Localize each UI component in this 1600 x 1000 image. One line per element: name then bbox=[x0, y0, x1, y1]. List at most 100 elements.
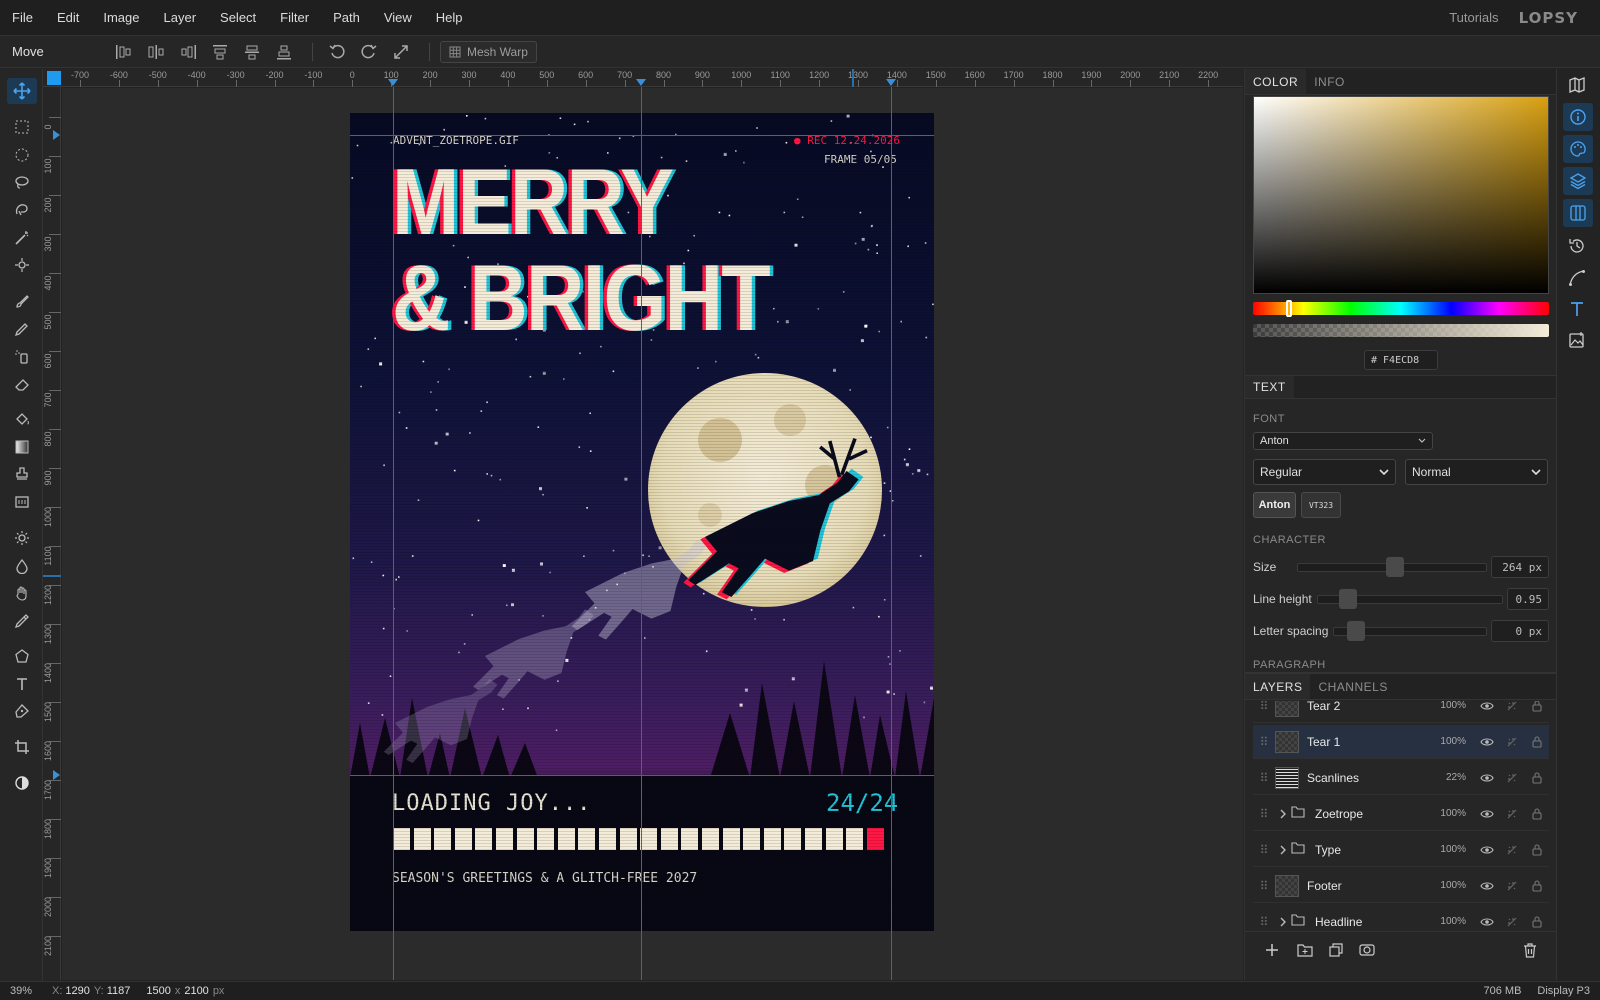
effects-icon[interactable] bbox=[1499, 808, 1524, 820]
layer-row[interactable]: ⠿ Type 100% bbox=[1253, 833, 1549, 867]
polygon-icon[interactable] bbox=[7, 643, 37, 669]
history-icon[interactable] bbox=[1568, 237, 1586, 258]
font-chip-anton[interactable]: Anton bbox=[1253, 492, 1296, 518]
color-profile[interactable]: Display P3 bbox=[1537, 985, 1590, 997]
lock-icon[interactable] bbox=[1524, 701, 1549, 712]
gradient-icon[interactable] bbox=[7, 434, 37, 460]
alpha-slider[interactable] bbox=[1253, 324, 1549, 337]
expand-chevron-icon[interactable] bbox=[1275, 917, 1291, 927]
color-picker-field[interactable] bbox=[1253, 96, 1549, 294]
menu-select[interactable]: Select bbox=[208, 10, 268, 25]
effects-icon[interactable] bbox=[1499, 736, 1524, 748]
expand-icon[interactable] bbox=[387, 40, 415, 64]
line-height-input[interactable]: 0.95 bbox=[1507, 588, 1549, 610]
align-left-icon[interactable] bbox=[110, 40, 138, 64]
eye-icon[interactable] bbox=[1474, 809, 1499, 819]
hex-input[interactable]: # F4ECD8 bbox=[1364, 350, 1438, 370]
smudge-hand-icon[interactable] bbox=[7, 580, 37, 606]
effects-icon[interactable] bbox=[1499, 701, 1524, 712]
brush-icon[interactable] bbox=[7, 288, 37, 314]
drag-handle-icon[interactable]: ⠿ bbox=[1253, 807, 1275, 821]
layer-mask-icon[interactable] bbox=[1359, 943, 1375, 960]
text-panel-icon[interactable] bbox=[1568, 300, 1586, 321]
magnetic-lasso-icon[interactable] bbox=[7, 197, 37, 223]
blur-drop-icon[interactable] bbox=[7, 553, 37, 579]
layer-row[interactable]: ⠿ Scanlines 22% bbox=[1253, 761, 1549, 795]
quick-select-icon[interactable] bbox=[7, 252, 37, 278]
font-select[interactable]: Anton bbox=[1253, 432, 1433, 450]
expand-chevron-icon[interactable] bbox=[1275, 845, 1291, 855]
menu-filter[interactable]: Filter bbox=[268, 10, 321, 25]
guide-marker-icon[interactable] bbox=[53, 770, 60, 780]
stamp-icon[interactable] bbox=[7, 461, 37, 487]
align-top-icon[interactable] bbox=[206, 40, 234, 64]
lock-icon[interactable] bbox=[1524, 915, 1549, 928]
eye-icon[interactable] bbox=[1474, 881, 1499, 891]
guide-marker-icon[interactable] bbox=[388, 79, 398, 86]
map-icon[interactable] bbox=[1567, 75, 1587, 98]
tab-color[interactable]: COLOR bbox=[1245, 69, 1307, 94]
eye-icon[interactable] bbox=[1474, 701, 1499, 711]
size-slider-knob[interactable] bbox=[1386, 557, 1404, 577]
marquee-rect-icon[interactable] bbox=[7, 114, 37, 140]
tab-layers[interactable]: LAYERS bbox=[1245, 674, 1311, 699]
drag-handle-icon[interactable]: ⠿ bbox=[1253, 771, 1275, 785]
layer-row[interactable]: ⠿ Headline 100% bbox=[1253, 905, 1549, 931]
pattern-icon[interactable] bbox=[7, 489, 37, 515]
channels-icon[interactable] bbox=[1563, 199, 1593, 227]
eye-icon[interactable] bbox=[1474, 737, 1499, 747]
menu-layer[interactable]: Layer bbox=[152, 10, 209, 25]
spray-icon[interactable] bbox=[7, 343, 37, 369]
tab-info[interactable]: INFO bbox=[1306, 69, 1353, 94]
align-center-h-icon[interactable] bbox=[142, 40, 170, 64]
contrast-toggle-icon[interactable] bbox=[7, 770, 37, 796]
effects-icon[interactable] bbox=[1499, 844, 1524, 856]
text-tool-icon[interactable] bbox=[7, 671, 37, 697]
menu-path[interactable]: Path bbox=[321, 10, 372, 25]
menu-image[interactable]: Image bbox=[91, 10, 151, 25]
magic-wand-icon[interactable] bbox=[7, 225, 37, 251]
menu-help[interactable]: Help bbox=[424, 10, 475, 25]
drag-handle-icon[interactable]: ⠿ bbox=[1253, 843, 1275, 857]
menu-edit[interactable]: Edit bbox=[45, 10, 91, 25]
drag-handle-icon[interactable]: ⠿ bbox=[1253, 915, 1275, 929]
mesh-warp-button[interactable]: Mesh Warp bbox=[440, 40, 537, 63]
document-canvas[interactable]: ADVENT_ZOETROPE.GIF ● REC 12.24.2026 FRA… bbox=[350, 113, 934, 931]
guide-horizontal[interactable] bbox=[350, 135, 934, 136]
guide-vertical[interactable] bbox=[891, 87, 892, 980]
letter-spacing-slider-knob[interactable] bbox=[1347, 621, 1365, 641]
guide-marker-icon[interactable] bbox=[636, 79, 646, 86]
line-height-slider-knob[interactable] bbox=[1339, 589, 1357, 609]
lock-icon[interactable] bbox=[1524, 879, 1549, 892]
align-right-icon[interactable] bbox=[174, 40, 202, 64]
menu-file[interactable]: File bbox=[0, 10, 45, 25]
letter-spacing-input[interactable]: 0 px bbox=[1491, 620, 1549, 642]
effects-icon[interactable] bbox=[1499, 880, 1524, 892]
menu-view[interactable]: View bbox=[372, 10, 424, 25]
image-edit-icon[interactable] bbox=[1568, 331, 1586, 352]
layer-row[interactable]: ⠿ Zoetrope 100% bbox=[1253, 797, 1549, 831]
eye-icon[interactable] bbox=[1474, 773, 1499, 783]
tab-channels[interactable]: CHANNELS bbox=[1310, 674, 1395, 699]
layer-row[interactable]: ⠿ Footer 100% bbox=[1253, 869, 1549, 903]
marquee-ellipse-icon[interactable] bbox=[7, 142, 37, 168]
hue-slider-handle[interactable] bbox=[1286, 300, 1292, 317]
font-weight-select[interactable]: Normal bbox=[1405, 459, 1548, 485]
tab-text[interactable]: TEXT bbox=[1245, 376, 1294, 398]
lock-icon[interactable] bbox=[1524, 843, 1549, 856]
layer-row[interactable]: ⠿ Tear 2 100% bbox=[1253, 701, 1549, 723]
hue-slider[interactable] bbox=[1253, 302, 1549, 315]
eraser-icon[interactable] bbox=[7, 371, 37, 397]
align-bottom-icon[interactable] bbox=[270, 40, 298, 64]
effects-icon[interactable] bbox=[1499, 772, 1524, 784]
guide-vertical[interactable] bbox=[393, 87, 394, 980]
info-icon[interactable] bbox=[1563, 103, 1593, 131]
paint-bucket-icon[interactable] bbox=[7, 406, 37, 432]
size-input[interactable]: 264 px bbox=[1491, 556, 1549, 578]
lock-icon[interactable] bbox=[1524, 735, 1549, 748]
rotate-right-icon[interactable] bbox=[355, 40, 383, 64]
duplicate-layer-icon[interactable] bbox=[1329, 943, 1343, 960]
font-chip-vt323[interactable]: VT323 bbox=[1301, 492, 1341, 518]
eye-icon[interactable] bbox=[1474, 917, 1499, 927]
pencil-icon[interactable] bbox=[7, 316, 37, 342]
